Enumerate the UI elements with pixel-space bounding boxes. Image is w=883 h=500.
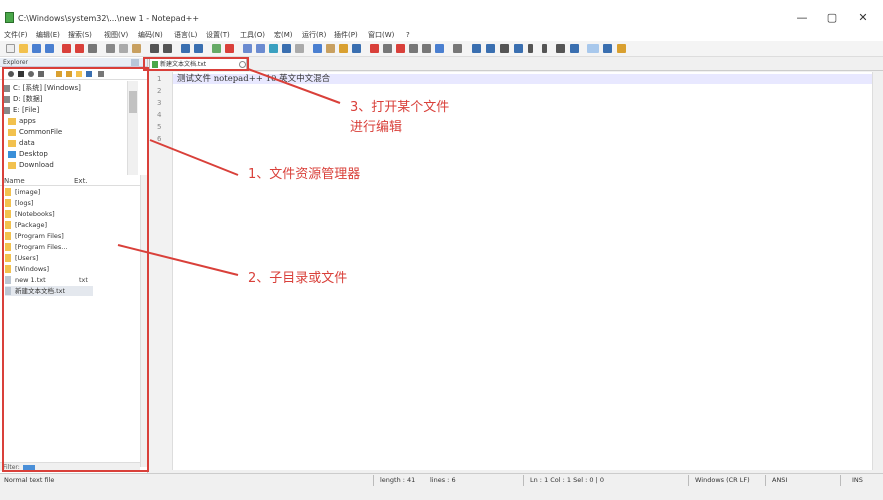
annotation-edit: 进行编辑 [350,120,403,135]
notepad-window: C:\Windows\system32\...\new 1 - Notepad+… [0,0,883,500]
annotation-arrows [117,68,341,276]
annotation-subdir: 2、子目录或文件 [248,271,348,286]
annotation-open-file: 3、打开某个文件 [350,100,450,115]
annotation-explorer: 1、文件资源管理器 [248,167,361,182]
